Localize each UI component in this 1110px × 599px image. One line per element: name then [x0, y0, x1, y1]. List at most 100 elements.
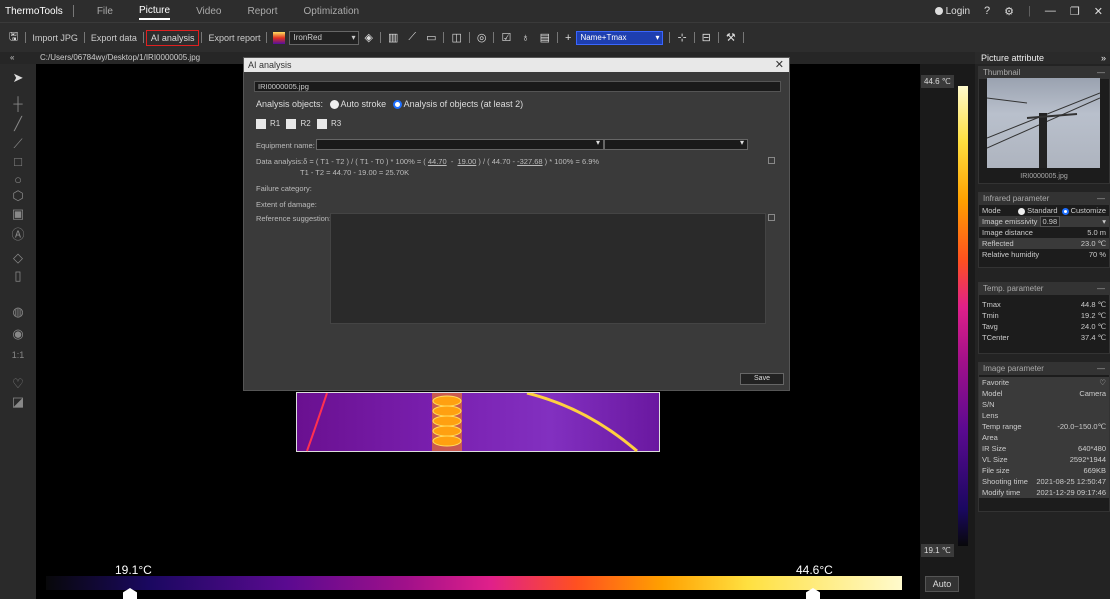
temp-range-row: Temp range -20.0~150.0℃: [979, 421, 1109, 432]
thermal-image[interactable]: [296, 391, 660, 453]
help-icon[interactable]: ?: [984, 5, 990, 17]
ai-analysis-dialog: AI analysis ✕ IRI0000005.jpg Analysis ob…: [243, 57, 790, 391]
divider: [693, 32, 695, 43]
heart-icon[interactable]: ♡: [1099, 377, 1106, 388]
restore-icon[interactable]: ❐: [1070, 5, 1080, 18]
equipment-name-select[interactable]: ▾: [316, 138, 604, 150]
equipment-type-select[interactable]: ▾: [604, 138, 748, 150]
humidity-row: Relative humidity 70 %: [982, 250, 1106, 259]
close-icon[interactable]: ✕: [775, 58, 784, 72]
add-line-icon[interactable]: ⊟: [702, 31, 711, 44]
menu-optimization[interactable]: Optimization: [303, 4, 359, 19]
import-jpg-button[interactable]: Import JPG: [28, 31, 82, 45]
rectangle-tool-icon[interactable]: □: [0, 154, 36, 169]
copy-icon[interactable]: [768, 157, 775, 164]
favorite-row: Favorite ♡: [979, 377, 1109, 388]
auto-button[interactable]: Auto: [925, 576, 959, 592]
menu-video[interactable]: Video: [196, 4, 221, 19]
save-button[interactable]: Save: [740, 373, 784, 385]
analysis-objects-row: Analysis objects: Auto stroke Analysis o…: [256, 99, 524, 110]
reflected-row: Reflected 23.0 ℃: [979, 238, 1109, 249]
lens-row: Lens: [979, 410, 1109, 421]
model-row: Model Camera: [979, 388, 1109, 399]
polygon-tool-icon[interactable]: ⬡: [0, 188, 36, 204]
edit-icon[interactable]: ☑: [501, 31, 511, 44]
flip-icon[interactable]: ◉: [0, 326, 36, 342]
histogram-icon[interactable]: ▥: [388, 31, 398, 44]
reference-suggestion-label: Reference suggestion:: [256, 214, 332, 223]
r1-checkbox[interactable]: [256, 119, 266, 129]
data-analysis-formula: Data analysis:δ = ( T1 - T2 ) / ( T1 - T…: [256, 157, 600, 166]
message-icon[interactable]: ▤: [540, 31, 550, 44]
auto-stroke-radio[interactable]: [329, 100, 339, 110]
line-tool-icon[interactable]: ╱: [0, 116, 36, 132]
export-report-button[interactable]: Export report: [204, 31, 264, 45]
export-data-button[interactable]: Export data: [87, 31, 141, 45]
r3-checkbox[interactable]: [316, 119, 327, 129]
thermal-image-art: [306, 391, 638, 453]
colorbar-max-label: 44.6°C: [796, 563, 833, 577]
tools-icon[interactable]: ⚒: [726, 31, 736, 44]
palette-select[interactable]: IronRed ▾: [289, 30, 360, 45]
reference-suggestion-textarea[interactable]: [330, 213, 766, 324]
favorite-icon[interactable]: ♡: [0, 376, 36, 392]
thumbnail-image[interactable]: [986, 78, 1101, 168]
file-size-row: File size 669KB: [979, 465, 1109, 476]
collapse-icon[interactable]: —: [1097, 193, 1105, 205]
add-point-icon[interactable]: ⊹: [677, 31, 686, 44]
section-header: Infrared parameter —: [979, 193, 1109, 205]
circle-tool-icon[interactable]: ○: [0, 172, 36, 187]
copy-icon[interactable]: [768, 214, 775, 221]
camera-icon[interactable]: ◎: [477, 31, 487, 44]
mode-customize-radio[interactable]: [1061, 207, 1069, 215]
scale-max-label: 44.6 ℃: [921, 75, 954, 88]
compare-icon[interactable]: ◫: [451, 31, 461, 44]
r2-checkbox[interactable]: [286, 119, 297, 129]
failure-category-label: Failure category:: [256, 184, 312, 193]
tavg-row: Tavg 24.0 ℃: [982, 322, 1106, 331]
tmax-row: Tmax 44.8 ℃: [982, 300, 1106, 309]
emissivity-input[interactable]: 0.98: [1039, 216, 1061, 227]
line-chart-icon[interactable]: ⟋: [408, 31, 416, 44]
settings-icon[interactable]: ⚙: [1004, 5, 1014, 18]
actual-size-button[interactable]: 1:1: [0, 350, 36, 360]
menu-file[interactable]: File: [97, 4, 113, 19]
delete-icon[interactable]: ▯: [0, 268, 36, 284]
label-mode-select[interactable]: Name+Tmax ▾: [576, 30, 664, 45]
collapse-icon[interactable]: «: [10, 52, 14, 64]
text-tool-icon[interactable]: Ⓐ: [0, 224, 36, 243]
collapse-icon[interactable]: —: [1097, 283, 1105, 295]
login-button[interactable]: Login: [934, 6, 970, 17]
close-icon[interactable]: ✕: [1094, 5, 1103, 18]
rotate-icon[interactable]: ◍: [0, 304, 36, 320]
menu-picture[interactable]: Picture: [138, 3, 171, 20]
polyline-tool-icon[interactable]: ⟋: [0, 136, 36, 152]
save-icon[interactable]: 🖫: [9, 28, 18, 47]
emissivity-row: Image emissivity 0.98 ▾: [979, 216, 1109, 227]
vertical-scale: [958, 86, 968, 546]
paint-bucket-icon[interactable]: ◈: [364, 31, 372, 44]
palette-swatch-icon: [273, 31, 286, 44]
analysis-objects-radio[interactable]: [392, 100, 402, 110]
ai-analysis-button[interactable]: AI analysis: [145, 29, 200, 46]
mode-standard-radio[interactable]: [1018, 207, 1026, 215]
menu-report[interactable]: Report: [247, 4, 277, 19]
region-tool-icon[interactable]: ▣: [0, 206, 36, 222]
chevron-down-icon[interactable]: ▾: [1102, 216, 1106, 227]
divider: [201, 32, 203, 43]
collapse-icon[interactable]: —: [1097, 363, 1105, 375]
expand-icon[interactable]: »: [1101, 52, 1106, 64]
minimize-icon[interactable]: —: [1045, 5, 1056, 17]
comment-icon[interactable]: ▭: [426, 31, 436, 44]
infrared-parameter-section: Infrared parameter — Mode Standard Customi…: [978, 192, 1110, 268]
export-icon[interactable]: ◪: [0, 394, 36, 410]
mode-row: Mode Standard Customize: [982, 206, 1106, 215]
crosshair-icon[interactable]: +: [565, 32, 571, 44]
microphone-icon[interactable]: ♁: [521, 32, 529, 44]
file-name-field: IRI0000005.jpg: [254, 81, 781, 92]
point-tool-icon[interactable]: ┼: [0, 96, 36, 111]
chevron-down-icon: ▾: [351, 33, 356, 42]
eraser-icon[interactable]: ◇: [0, 250, 36, 266]
pointer-icon[interactable]: ➤: [0, 70, 36, 86]
shooting-time-row: Shooting time 2021-08-25 12:50:47: [979, 476, 1109, 487]
